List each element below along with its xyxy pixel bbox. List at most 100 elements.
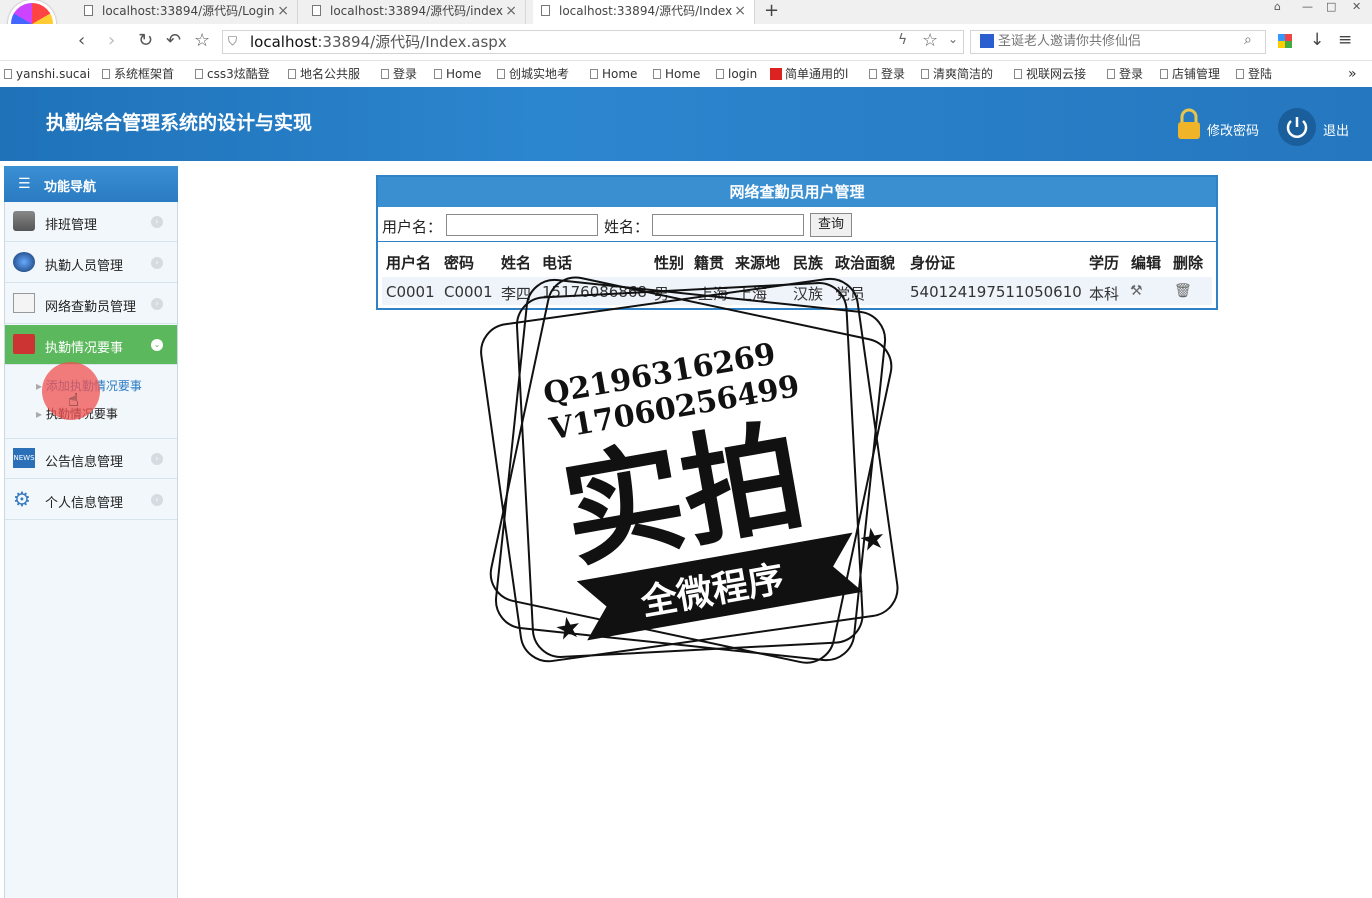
- table-cell: C0001: [386, 283, 435, 301]
- bookmark-item[interactable]: 系统框架首: [102, 66, 174, 82]
- bookmark-item[interactable]: 地名公共服: [288, 66, 360, 82]
- page-icon: [716, 69, 724, 79]
- bookmark-item[interactable]: 店铺管理: [1160, 66, 1220, 82]
- lightning-icon[interactable]: ϟ: [898, 32, 907, 48]
- chevron-right-icon: ›: [151, 494, 163, 506]
- tab-title: localhost:33894/源代码/index: [330, 4, 503, 18]
- star-icon[interactable]: ☆: [194, 30, 210, 52]
- page-icon: [434, 69, 442, 79]
- minimize-icon[interactable]: —: [1302, 0, 1313, 13]
- browser-tab[interactable]: localhost:33894/源代码/Login ×: [76, 0, 298, 24]
- chevron-right-icon: ›: [151, 257, 163, 269]
- search-text[interactable]: 圣诞老人邀请你共修仙侣: [998, 33, 1141, 51]
- hamburger-icon[interactable]: ≡: [1338, 30, 1352, 50]
- column-header: 删除: [1173, 254, 1204, 272]
- sidebar-item-duty-staff[interactable]: 执勤人员管理 ›: [5, 243, 177, 283]
- page-icon: [84, 5, 93, 16]
- page-icon: [381, 69, 389, 79]
- undo-icon[interactable]: ↶: [166, 30, 181, 52]
- maximize-icon[interactable]: □: [1326, 0, 1336, 13]
- bookmark-item[interactable]: login: [716, 66, 757, 82]
- username-input[interactable]: [446, 214, 598, 236]
- sidebar-item-network-checker[interactable]: 网络查勤员管理 ›: [5, 284, 177, 324]
- pdf-icon: [13, 334, 35, 354]
- page-icon: [4, 69, 12, 79]
- edit-icon[interactable]: ⚒: [1130, 283, 1143, 299]
- sidebar-item-schedule[interactable]: 排班管理 ›: [5, 202, 177, 242]
- watermark-stamp: Q2196316269 V17060256499 实拍 全微程序 ★ ★: [480, 276, 899, 664]
- page-icon: [869, 69, 877, 79]
- bookmark-item[interactable]: 登录: [869, 66, 905, 82]
- bookmark-item[interactable]: 登录: [1107, 66, 1143, 82]
- bookmark-item[interactable]: css3炫酷登: [195, 66, 270, 82]
- bookmark-item[interactable]: Home: [590, 66, 637, 82]
- page-icon: [1107, 69, 1115, 79]
- column-header: 学历: [1089, 254, 1120, 272]
- bookmark-item[interactable]: 简单通用的l: [770, 66, 848, 82]
- menu-icon[interactable]: ⌂: [1274, 0, 1281, 13]
- page-icon: [541, 5, 550, 16]
- new-tab-button[interactable]: +: [764, 0, 779, 22]
- bookmarks-bar: yanshi.sucai 系统框架首 css3炫酷登 地名公共服 登录 Home…: [0, 61, 1372, 88]
- bookmark-item[interactable]: 登陆: [1236, 66, 1272, 82]
- bookmark-item[interactable]: 清爽简洁的: [921, 66, 993, 82]
- logout-link[interactable]: 退出: [1323, 120, 1349, 139]
- bookmark-star-icon[interactable]: ☆: [922, 30, 938, 51]
- hand-cursor-icon: ☝: [68, 390, 79, 411]
- close-window-icon[interactable]: ✕: [1352, 0, 1361, 13]
- close-icon[interactable]: ×: [734, 0, 746, 22]
- column-header: 身份证: [910, 254, 956, 272]
- download-icon[interactable]: ↓: [1310, 30, 1324, 50]
- search-icon[interactable]: ⌕: [1244, 32, 1252, 48]
- bookmark-item[interactable]: 创城实地考: [497, 66, 569, 82]
- change-password-link[interactable]: 修改密码: [1207, 120, 1259, 139]
- list-icon: ☰: [18, 176, 31, 192]
- page-icon: [1014, 69, 1022, 79]
- url-text[interactable]: localhost:33894/源代码/Index.aspx: [250, 32, 507, 52]
- page-icon: [497, 69, 505, 79]
- panel-title: 网络查勤员用户管理: [378, 177, 1216, 207]
- bookmark-item[interactable]: yanshi.sucai: [4, 66, 90, 82]
- tab-title: localhost:33894/源代码/Login: [102, 4, 275, 18]
- column-header: 编辑: [1131, 254, 1162, 272]
- sidebar-item-announcements[interactable]: NEWS 公告信息管理 ›: [5, 439, 177, 479]
- name-input[interactable]: [652, 214, 804, 236]
- apps-icon[interactable]: [1278, 34, 1292, 48]
- browser-tab-active[interactable]: localhost:33894/源代码/Index ×: [533, 0, 755, 24]
- bookmark-item[interactable]: 视联网云接: [1014, 66, 1086, 82]
- page-icon: [195, 69, 203, 79]
- chevron-down-icon: ⌄: [151, 339, 163, 351]
- chevron-down-icon[interactable]: ⌄: [948, 32, 958, 46]
- column-header: 用户名: [386, 254, 432, 272]
- browser-tab[interactable]: localhost:33894/源代码/index ×: [304, 0, 526, 24]
- page-icon: [102, 69, 110, 79]
- chevron-right-icon: ›: [151, 298, 163, 310]
- close-icon[interactable]: ×: [277, 0, 289, 22]
- sidebar-heading: 功能导航: [44, 180, 97, 195]
- bookmark-item[interactable]: Home: [434, 66, 481, 82]
- close-icon[interactable]: ×: [505, 0, 517, 22]
- username-label: 用户名：: [382, 218, 443, 236]
- power-icon[interactable]: [1278, 108, 1316, 146]
- bookmarks-overflow-icon[interactable]: »: [1348, 66, 1357, 82]
- name-label: 姓名：: [604, 218, 650, 236]
- tab-title: localhost:33894/源代码/Index: [559, 4, 733, 18]
- forward-icon[interactable]: ›: [108, 30, 115, 52]
- lock-icon[interactable]: [1176, 108, 1202, 140]
- app-icon: [770, 68, 782, 80]
- delete-icon[interactable]: 🗑: [1174, 283, 1192, 299]
- sidebar-item-duty-events[interactable]: 执勤情况要事 ⌄: [5, 325, 177, 365]
- page-icon: [921, 69, 929, 79]
- query-button[interactable]: 查询: [810, 213, 852, 237]
- tab-bar: localhost:33894/源代码/Login × localhost:33…: [0, 0, 1372, 24]
- bookmark-item[interactable]: 登录: [381, 66, 417, 82]
- shield-icon: ⛉: [228, 34, 238, 48]
- divider: [378, 241, 1216, 242]
- page-icon: [288, 69, 296, 79]
- reload-icon[interactable]: ↻: [138, 30, 153, 52]
- back-icon[interactable]: ‹: [78, 30, 85, 52]
- chevron-right-icon: ›: [151, 453, 163, 465]
- star-icon: ★: [856, 520, 889, 559]
- bookmark-item[interactable]: Home: [653, 66, 700, 82]
- sidebar-item-profile[interactable]: ⚙ 个人信息管理 ›: [5, 480, 177, 520]
